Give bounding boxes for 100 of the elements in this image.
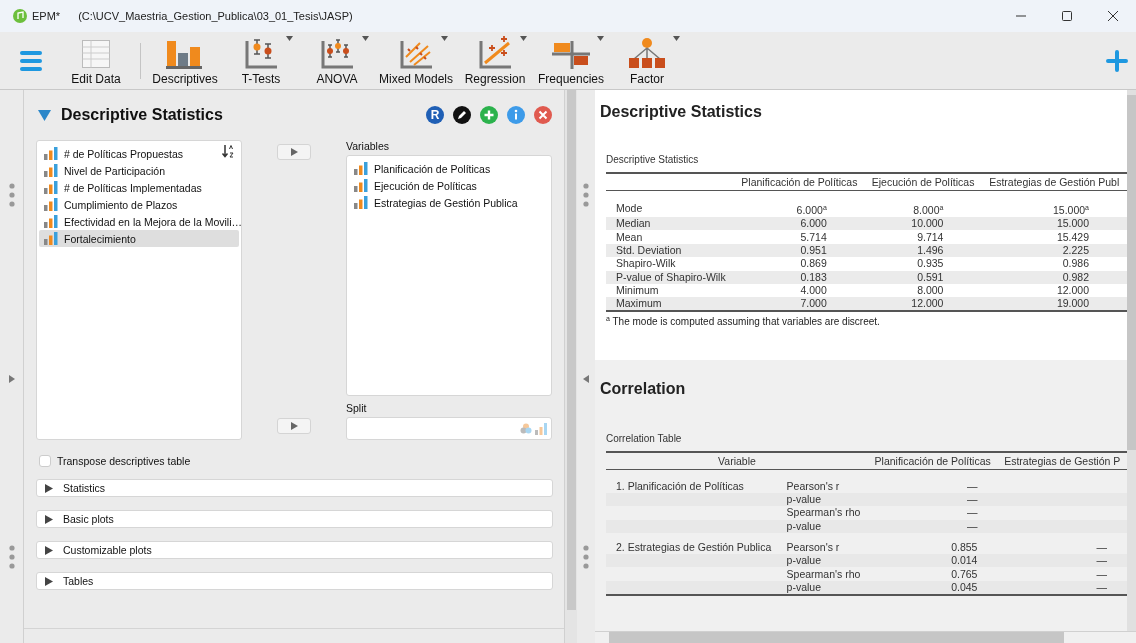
variable-item[interactable]: # de Políticas Implementadas xyxy=(39,179,239,196)
table-cell: 8.000 xyxy=(917,284,944,297)
scrollbar[interactable] xyxy=(609,632,1064,643)
file-path: (C:\UCV_Maestria_Gestion_Publica\03_01_Tesis\JASP) xyxy=(78,10,353,22)
table-title: Descriptive Statistics xyxy=(606,154,700,165)
table-cell: Std. Deviation xyxy=(616,243,682,256)
table-cell: — xyxy=(1096,580,1107,593)
r-syntax-button[interactable]: R xyxy=(426,106,444,124)
variable-item[interactable]: Ejecución de Políticas xyxy=(349,177,549,194)
sort-icon[interactable] xyxy=(221,144,235,158)
toolbar-button[interactable]: T-Tests xyxy=(223,35,299,86)
section-header[interactable]: Tables xyxy=(36,572,553,590)
table-cell: Spearman's rho xyxy=(786,506,861,519)
toolbar-button[interactable]: Frequencies xyxy=(533,35,610,86)
play-arrow-icon xyxy=(290,148,298,156)
table-cell: 0.982 xyxy=(1062,270,1089,283)
variable-item[interactable]: # de Políticas Propuestas xyxy=(39,145,239,162)
scale-variable-icon xyxy=(44,232,58,245)
table-cell: Minimum xyxy=(616,284,659,297)
variable-item[interactable]: Estrategias de Gestión Publica xyxy=(349,194,549,211)
expand-panel-arrow-icon[interactable] xyxy=(8,375,15,383)
variable-item[interactable]: Fortalecimiento xyxy=(39,230,239,247)
drag-handle-icon[interactable] xyxy=(8,545,15,569)
variable-item[interactable]: Efectividad en la Mejora de la Movili… xyxy=(39,213,239,230)
table-cell: — xyxy=(966,519,978,532)
drag-handle-icon[interactable] xyxy=(8,183,15,207)
frequency-table-icon xyxy=(552,39,591,69)
scale-variable-icon xyxy=(44,181,58,194)
variable-item[interactable]: Nivel de Participación xyxy=(39,162,239,179)
table-cell: 15.000 xyxy=(1056,217,1089,230)
spreadsheet-icon xyxy=(81,39,111,69)
table-cell: — xyxy=(966,506,978,519)
table-cell: 0.869 xyxy=(800,257,827,270)
table-cell: 15.000$^{a}$ xyxy=(1052,204,1089,216)
results-heading: Correlation xyxy=(600,380,687,398)
expanded-triangle-icon[interactable] xyxy=(38,109,51,121)
scrollbar[interactable] xyxy=(566,90,576,610)
toolbar-button[interactable]: Factor xyxy=(609,35,686,86)
table-cell: — xyxy=(966,493,978,506)
split-field[interactable] xyxy=(346,417,552,440)
table-cell: 2. Estrategias de Gestión Publica xyxy=(616,541,772,554)
section-header[interactable]: Statistics xyxy=(36,479,553,497)
table-cell: Shapiro-Wilk xyxy=(616,257,676,270)
column-header: Estrategias de Gestión P xyxy=(997,452,1127,470)
toolbar-button[interactable]: Descriptives xyxy=(147,35,223,86)
info-icon[interactable] xyxy=(507,106,525,124)
checkbox[interactable] xyxy=(39,455,51,467)
results-heading: Descriptive Statistics xyxy=(600,103,763,121)
toolbar-button[interactable]: Mixed Models xyxy=(375,35,458,86)
section-header[interactable]: Basic plots xyxy=(36,510,553,528)
move-arrow-button[interactable] xyxy=(277,144,311,160)
table-cell: 1. Planificación de Políticas xyxy=(616,479,744,492)
move-arrow-button[interactable] xyxy=(277,418,311,434)
section-header[interactable]: Customizable plots xyxy=(36,541,553,559)
column-header: Planificación de Políticas xyxy=(734,173,865,191)
scale-variable-icon xyxy=(354,162,368,175)
table-cell: P-value of Shapiro-Wilk xyxy=(616,270,726,283)
variable-item[interactable]: Cumplimiento de Plazos xyxy=(39,196,239,213)
edit-title-icon[interactable] xyxy=(453,106,471,124)
app-logo-icon xyxy=(13,9,27,23)
toolbar-button[interactable]: Regression xyxy=(457,35,534,86)
scale-variable-icon xyxy=(354,196,368,209)
variable-item[interactable]: Planificación de Políticas xyxy=(349,160,549,177)
table-cell: 0.014 xyxy=(951,554,978,567)
close-icon[interactable] xyxy=(1108,11,1118,21)
checkbox-label: Transpose descriptives table xyxy=(57,455,191,467)
column-header: Planificación de Políticas xyxy=(867,452,998,470)
nominal-variable-icon xyxy=(520,423,532,434)
table-cell: — xyxy=(966,479,978,492)
table-cell: Spearman's rho xyxy=(786,567,861,580)
table-cell: Pearson's r xyxy=(786,541,840,554)
drag-handle-icon[interactable] xyxy=(583,545,589,569)
scale-variable-icon xyxy=(44,147,58,160)
scrollbar[interactable] xyxy=(1127,95,1136,450)
toolbar-button[interactable]: Edit Data xyxy=(58,35,134,86)
collapse-panel-arrow-icon[interactable] xyxy=(583,375,589,383)
toolbar-button[interactable]: ANOVA xyxy=(299,35,375,86)
duplicate-icon[interactable] xyxy=(480,106,498,124)
table-cell: 6.000 xyxy=(800,217,827,230)
table-cell: 1.496 xyxy=(917,243,944,256)
table-cell: p-value xyxy=(786,493,822,506)
table-cell: Pearson's r xyxy=(786,479,840,492)
table-cell: 0.935 xyxy=(917,257,944,270)
add-icon[interactable] xyxy=(1106,49,1128,72)
table-cell: 2.225 xyxy=(1062,243,1089,256)
drag-handle-icon[interactable] xyxy=(583,183,589,207)
maximize-icon[interactable] xyxy=(1062,11,1072,21)
table-cell: Mean xyxy=(616,230,643,243)
table-cell: — xyxy=(1096,541,1107,554)
variables-label: Variables xyxy=(346,140,390,152)
scale-variable-icon xyxy=(44,164,58,177)
table-cell: 0.183 xyxy=(800,270,827,283)
menu-icon[interactable] xyxy=(20,50,42,71)
table-cell: p-value xyxy=(786,580,822,593)
table-cell: Mode xyxy=(616,202,643,215)
column-header: Variable xyxy=(606,452,868,470)
factor-tree-icon xyxy=(628,37,667,69)
table-cell: 8.000$^{a}$ xyxy=(913,204,944,216)
table-title: Correlation Table xyxy=(606,433,683,444)
split-label: Split xyxy=(346,402,368,414)
